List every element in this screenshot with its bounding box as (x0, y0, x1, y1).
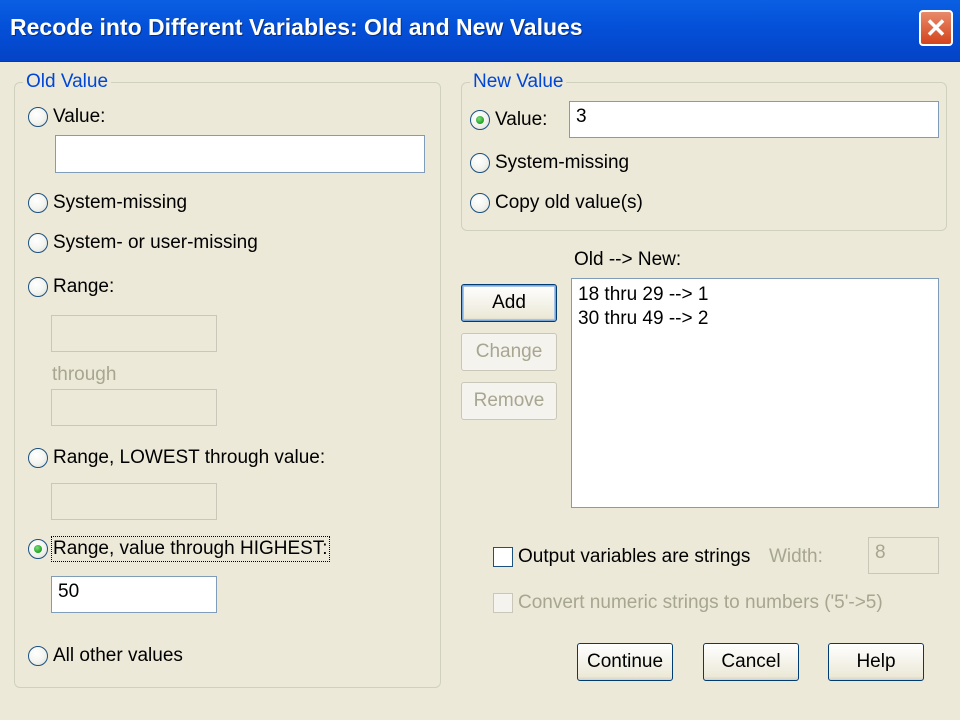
old-range-highest-radio[interactable]: Range, value through HIGHEST: (28, 536, 330, 562)
checkbox-icon (493, 593, 513, 613)
continue-button[interactable]: Continue (577, 643, 673, 681)
cancel-button[interactable]: Cancel (703, 643, 799, 681)
range-highest-input[interactable]: 50 (51, 576, 217, 613)
range-from-input[interactable] (51, 315, 217, 352)
old-all-other-radio[interactable]: All other values (28, 645, 183, 667)
radio-button-icon (28, 233, 48, 253)
checkbox-icon (493, 547, 513, 567)
new-value-input[interactable]: 3 (569, 101, 939, 138)
radio-button-icon (28, 277, 48, 297)
convert-strings-checkbox[interactable]: Convert numeric strings to numbers ('5'-… (493, 592, 883, 614)
old-range-lowest-radio[interactable]: Range, LOWEST through value: (28, 447, 325, 469)
list-item[interactable]: 30 thru 49 --> 2 (578, 307, 932, 331)
old-range-radio[interactable]: Range: (28, 276, 114, 298)
old-value-legend: Old Value (23, 71, 112, 93)
mapping-header: Old --> New: (574, 249, 682, 270)
new-system-missing-radio[interactable]: System-missing (470, 152, 629, 174)
range-lowest-input[interactable] (51, 483, 217, 520)
old-value-radio[interactable]: Value: (28, 106, 105, 128)
title-bar: Recode into Different Variables: Old and… (0, 0, 960, 62)
mapping-list[interactable]: 18 thru 29 --> 1 30 thru 49 --> 2 (571, 278, 939, 508)
old-system-missing-radio[interactable]: System-missing (28, 192, 187, 214)
radio-button-icon (470, 153, 490, 173)
old-range-label: Range: (53, 276, 115, 297)
window-title: Recode into Different Variables: Old and… (10, 14, 583, 40)
copy-old-value-label: Copy old value(s) (495, 192, 643, 213)
old-value-label: Value: (53, 106, 106, 127)
old-value-input[interactable] (55, 135, 425, 173)
through-label: through (52, 364, 117, 385)
radio-button-checked-icon (28, 539, 48, 559)
list-item[interactable]: 18 thru 29 --> 1 (578, 283, 932, 307)
width-input[interactable]: 8 (868, 537, 939, 574)
radio-button-icon (470, 193, 490, 213)
new-value-legend: New Value (470, 71, 567, 93)
old-sys-or-user-missing-radio[interactable]: System- or user-missing (28, 232, 258, 254)
help-button[interactable]: Help (828, 643, 924, 681)
old-system-missing-label: System-missing (53, 192, 188, 213)
old-sys-or-user-missing-label: System- or user-missing (53, 232, 258, 253)
close-icon: ✕ (925, 13, 947, 43)
old-all-other-label: All other values (53, 645, 183, 666)
convert-strings-label: Convert numeric strings to numbers ('5'-… (518, 592, 883, 613)
new-system-missing-label: System-missing (495, 152, 630, 173)
add-button[interactable]: Add (461, 284, 557, 322)
old-range-highest-label: Range, value through HIGHEST: (51, 536, 330, 562)
radio-button-checked-icon (470, 110, 490, 130)
radio-button-icon (28, 193, 48, 213)
new-value-radio[interactable]: Value: (470, 109, 547, 131)
copy-old-value-radio[interactable]: Copy old value(s) (470, 192, 643, 214)
range-to-input[interactable] (51, 389, 217, 426)
change-button[interactable]: Change (461, 333, 557, 371)
remove-button[interactable]: Remove (461, 382, 557, 420)
output-strings-checkbox[interactable]: Output variables are strings (493, 546, 750, 568)
old-range-lowest-label: Range, LOWEST through value: (53, 447, 326, 468)
radio-button-icon (28, 448, 48, 468)
radio-button-icon (28, 107, 48, 127)
close-button[interactable]: ✕ (919, 10, 953, 46)
output-strings-label: Output variables are strings (518, 546, 751, 567)
new-value-label: Value: (495, 109, 548, 130)
radio-button-icon (28, 646, 48, 666)
width-label: Width: (769, 546, 823, 567)
